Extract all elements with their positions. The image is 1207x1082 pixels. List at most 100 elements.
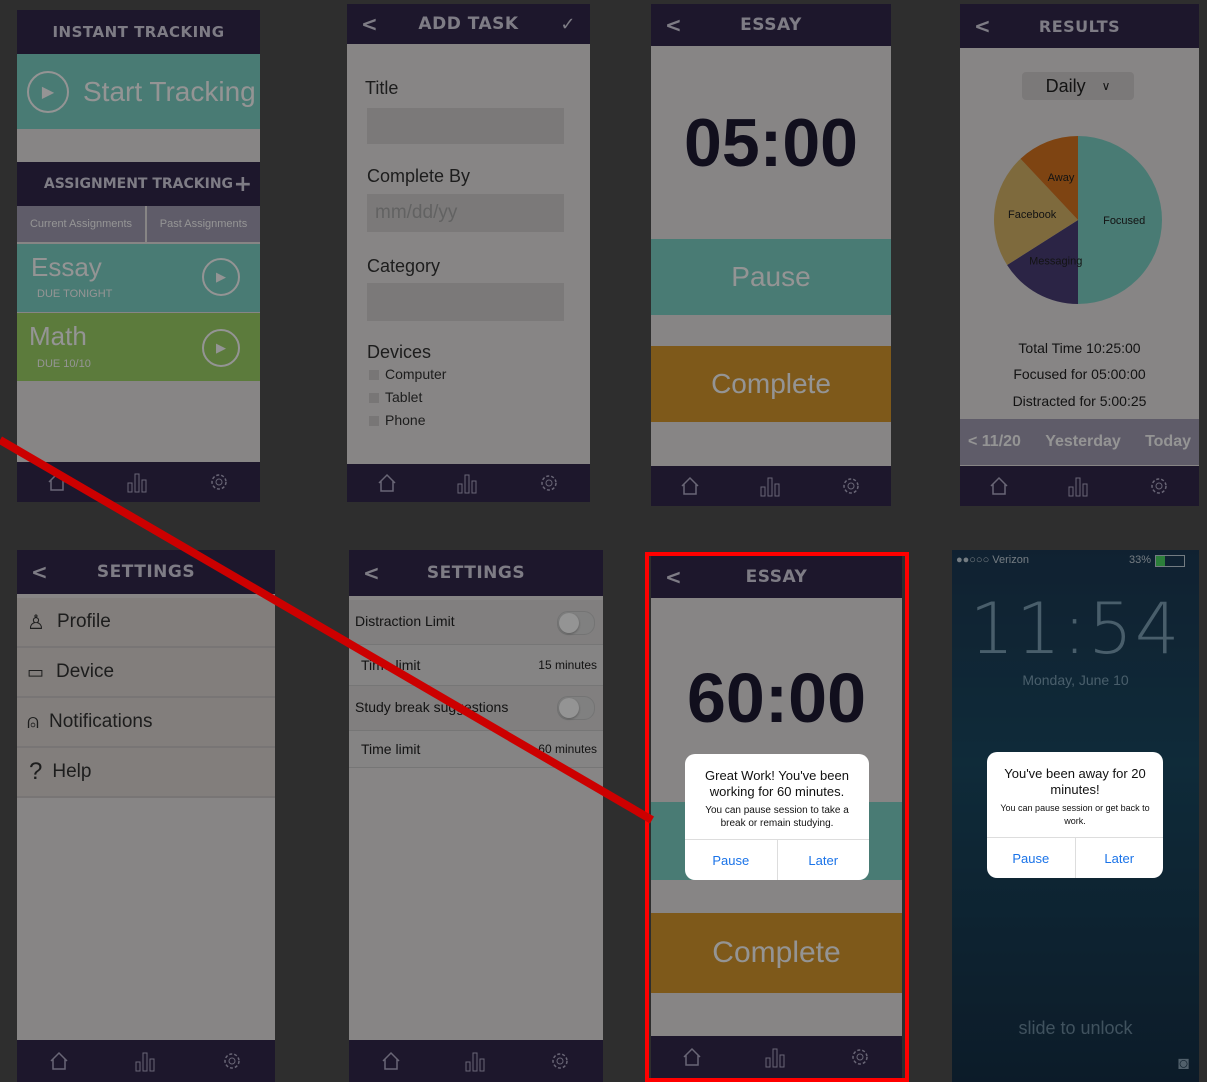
home-icon[interactable] <box>377 473 397 493</box>
stats-icon[interactable] <box>1067 475 1089 497</box>
tablet-checkbox[interactable] <box>369 393 379 403</box>
alert-message: You can pause session to take a break or… <box>705 805 849 829</box>
header-title: INSTANT TRACKING <box>52 23 225 41</box>
start-tracking-label: Start Tracking <box>83 75 256 107</box>
pie-label-messaging: Messaging <box>1029 255 1082 267</box>
category-label: Category <box>367 256 441 276</box>
alert-title: You've been away for 20 minutes! <box>1004 766 1146 797</box>
alert-pause-button[interactable]: Pause <box>685 840 777 880</box>
distraction-limit-toggle[interactable] <box>557 611 595 635</box>
alert-later-button[interactable]: Later <box>776 840 870 880</box>
assignment-due: DUE 10/10 <box>37 358 91 370</box>
time-limit-label: Time limit <box>361 741 421 757</box>
stats-icon[interactable] <box>759 475 781 497</box>
back-button[interactable]: < <box>31 560 48 584</box>
devices-label: Devices <box>367 342 432 362</box>
study-break-toggle[interactable] <box>557 696 595 720</box>
alert-title: Great Work! You've been working for 60 m… <box>705 768 849 799</box>
stats-icon[interactable] <box>464 1050 486 1072</box>
complete-button[interactable]: Complete <box>651 913 902 993</box>
yesterday-button[interactable]: Yesterday <box>1045 433 1121 451</box>
complete-by-input[interactable]: mm/dd/yy <box>367 194 564 232</box>
back-button[interactable]: < <box>361 12 378 36</box>
alert-buttons: Pause Later <box>685 839 869 880</box>
pie-label-focused: Focused <box>1103 215 1145 227</box>
distraction-limit-label: Distraction Limit <box>355 613 455 629</box>
play-icon[interactable]: ▶ <box>202 258 240 296</box>
date-nav: < 11/20 Yesterday Today <box>960 419 1199 465</box>
stats-icon[interactable] <box>764 1046 786 1068</box>
gear-icon[interactable] <box>208 471 230 493</box>
pause-button[interactable]: Pause <box>651 239 891 315</box>
home-icon[interactable] <box>49 1051 69 1071</box>
slide-to-unlock[interactable]: slide to unlock <box>952 1018 1199 1039</box>
play-icon[interactable]: ▶ <box>202 329 240 367</box>
back-button[interactable]: < <box>363 561 380 585</box>
assignment-item-math[interactable]: Math DUE 10/10 ▶ <box>17 313 260 381</box>
distraction-limit-row: Distraction Limit <box>349 600 603 645</box>
start-tracking-button[interactable]: ▶ Start Tracking <box>17 54 260 129</box>
gear-icon[interactable] <box>849 1046 871 1068</box>
settings-item-label: Notifications <box>49 711 153 732</box>
complete-label: Complete <box>712 936 841 969</box>
phone-checkbox[interactable] <box>369 416 379 426</box>
back-button[interactable]: < <box>974 14 991 38</box>
back-button[interactable]: < <box>665 13 682 37</box>
header-title: SETTINGS <box>96 562 196 582</box>
assignment-tracking-title: ASSIGNMENT TRACKING <box>43 176 234 192</box>
pie-label-facebook: Facebook <box>1008 209 1057 221</box>
complete-label: Complete <box>711 368 831 399</box>
focused-time: Focused for 05:00:00 <box>1013 366 1146 382</box>
settings-item-device[interactable]: ▭ Device <box>17 648 275 698</box>
stats-icon[interactable] <box>126 471 148 493</box>
title-label: Title <box>365 78 399 98</box>
camera-icon[interactable]: ◙ <box>1178 1053 1189 1074</box>
tab-past-assignments[interactable]: Past Assignments <box>147 206 260 242</box>
study-break-row: Study break suggestions <box>349 686 603 731</box>
settings-item-help[interactable]: ? Help <box>17 748 275 798</box>
device-option-label: Tablet <box>385 389 423 405</box>
time-limit-row-2[interactable]: Time limit 60 minutes <box>349 731 603 768</box>
time-limit-value: 60 minutes <box>538 742 597 756</box>
gear-icon[interactable] <box>538 472 560 494</box>
add-assignment-button[interactable]: + <box>234 172 252 197</box>
alert-message: You can pause session or get back to wor… <box>1000 803 1150 826</box>
gear-icon[interactable] <box>221 1050 243 1072</box>
results-screen: < RESULTS Daily ∨ Focused Messaging Facebo… <box>960 4 1199 506</box>
back-button[interactable]: < <box>665 565 682 589</box>
tab-current-assignments[interactable]: Current Assignments <box>17 206 145 242</box>
tab-current-label: Current Assignments <box>29 218 133 230</box>
stats-icon[interactable] <box>134 1050 156 1072</box>
home-icon[interactable] <box>682 1047 702 1067</box>
gear-icon[interactable] <box>1148 475 1170 497</box>
settings-item-label: Device <box>56 661 115 682</box>
tab-bar <box>17 1040 275 1082</box>
home-icon[interactable] <box>381 1051 401 1071</box>
settings-item-notifications[interactable]: ⍝ Notifications <box>17 698 275 748</box>
alert-later-button[interactable]: Later <box>1074 838 1164 878</box>
instant-tracking-header: INSTANT TRACKING <box>17 10 260 54</box>
title-input[interactable] <box>367 108 564 144</box>
gear-icon[interactable] <box>549 1050 571 1072</box>
stats-icon[interactable] <box>456 472 478 494</box>
essay-alert-screen: < ESSAY 60:00 Complete Great Work! You'v… <box>651 556 902 1078</box>
date-prev-button[interactable]: < 11/20 <box>968 433 1021 451</box>
complete-button[interactable]: Complete <box>651 346 891 422</box>
home-icon[interactable] <box>47 472 67 492</box>
computer-checkbox[interactable] <box>369 370 379 380</box>
assignment-due: DUE TONIGHT <box>37 288 113 300</box>
home-icon[interactable] <box>680 476 700 496</box>
home-icon[interactable] <box>989 476 1009 496</box>
assignment-item-essay[interactable]: Essay DUE TONIGHT ▶ <box>17 244 260 312</box>
period-dropdown[interactable]: Daily ∨ <box>1022 72 1134 100</box>
confirm-button[interactable]: ✓ <box>560 14 576 35</box>
tab-bar <box>349 1040 603 1082</box>
chevron-down-icon: ∨ <box>1101 79 1111 93</box>
category-input[interactable] <box>367 283 564 321</box>
gear-icon[interactable] <box>840 475 862 497</box>
alert-pause-button[interactable]: Pause <box>987 838 1075 878</box>
settings-item-profile[interactable]: ♙ Profile <box>17 598 275 648</box>
today-button[interactable]: Today <box>1145 433 1191 451</box>
time-limit-row-1[interactable]: Time limit 15 minutes <box>349 645 603 686</box>
settings-limits-screen: < SETTINGS Distraction Limit Time limit … <box>349 550 603 1082</box>
